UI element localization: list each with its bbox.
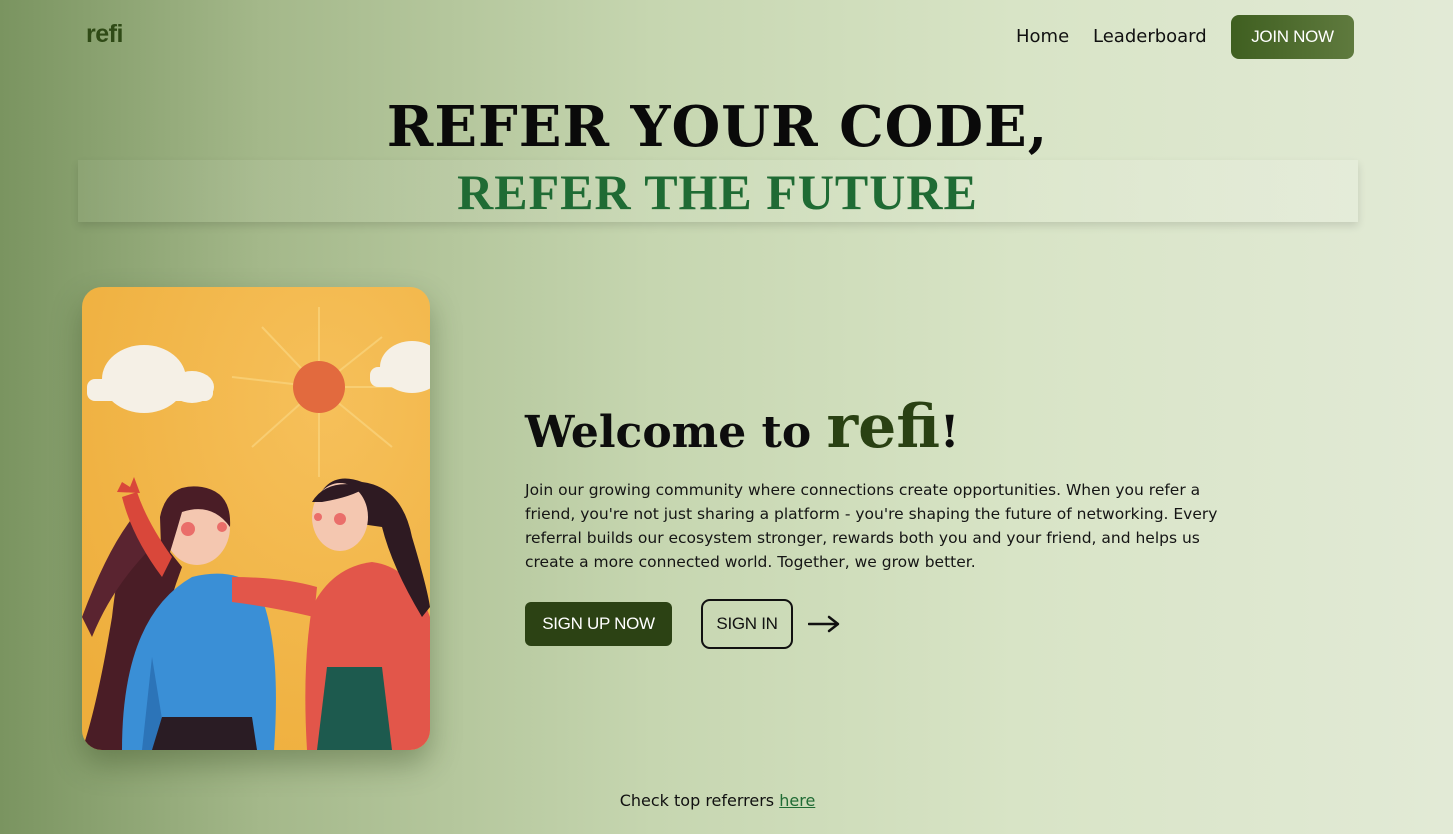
join-now-button[interactable]: JOIN NOW <box>1231 15 1354 59</box>
top-referrers-link[interactable]: here <box>779 791 815 810</box>
logo[interactable]: refi <box>86 20 123 49</box>
footer-text: Check top referrers <box>619 791 780 810</box>
arrow-right-icon[interactable] <box>808 612 840 636</box>
welcome-brand: refi <box>826 392 940 462</box>
hero-title: REFER YOUR CODE, <box>386 94 1049 160</box>
sun-icon <box>293 361 345 413</box>
nav-link-leaderboard[interactable]: Leaderboard <box>1093 26 1207 47</box>
sign-up-button[interactable]: SIGN UP NOW <box>525 602 672 646</box>
footer-note: Check top referrers here <box>0 791 1435 810</box>
welcome-suffix: ! <box>939 407 960 458</box>
illustration-card <box>82 287 430 750</box>
sign-in-button[interactable]: SIGN IN <box>701 599 793 649</box>
friends-illustration <box>82 287 430 750</box>
welcome-description: Join our growing community where connect… <box>525 481 1218 571</box>
welcome-heading: Welcome to refi! <box>525 392 959 462</box>
hero-subtitle: REFER THE FUTURE <box>457 164 978 220</box>
nav-link-home[interactable]: Home <box>1016 26 1069 47</box>
top-navigation-bar: refi Home Leaderboard JOIN NOW <box>0 0 1453 74</box>
welcome-prefix: Welcome to <box>525 407 827 458</box>
